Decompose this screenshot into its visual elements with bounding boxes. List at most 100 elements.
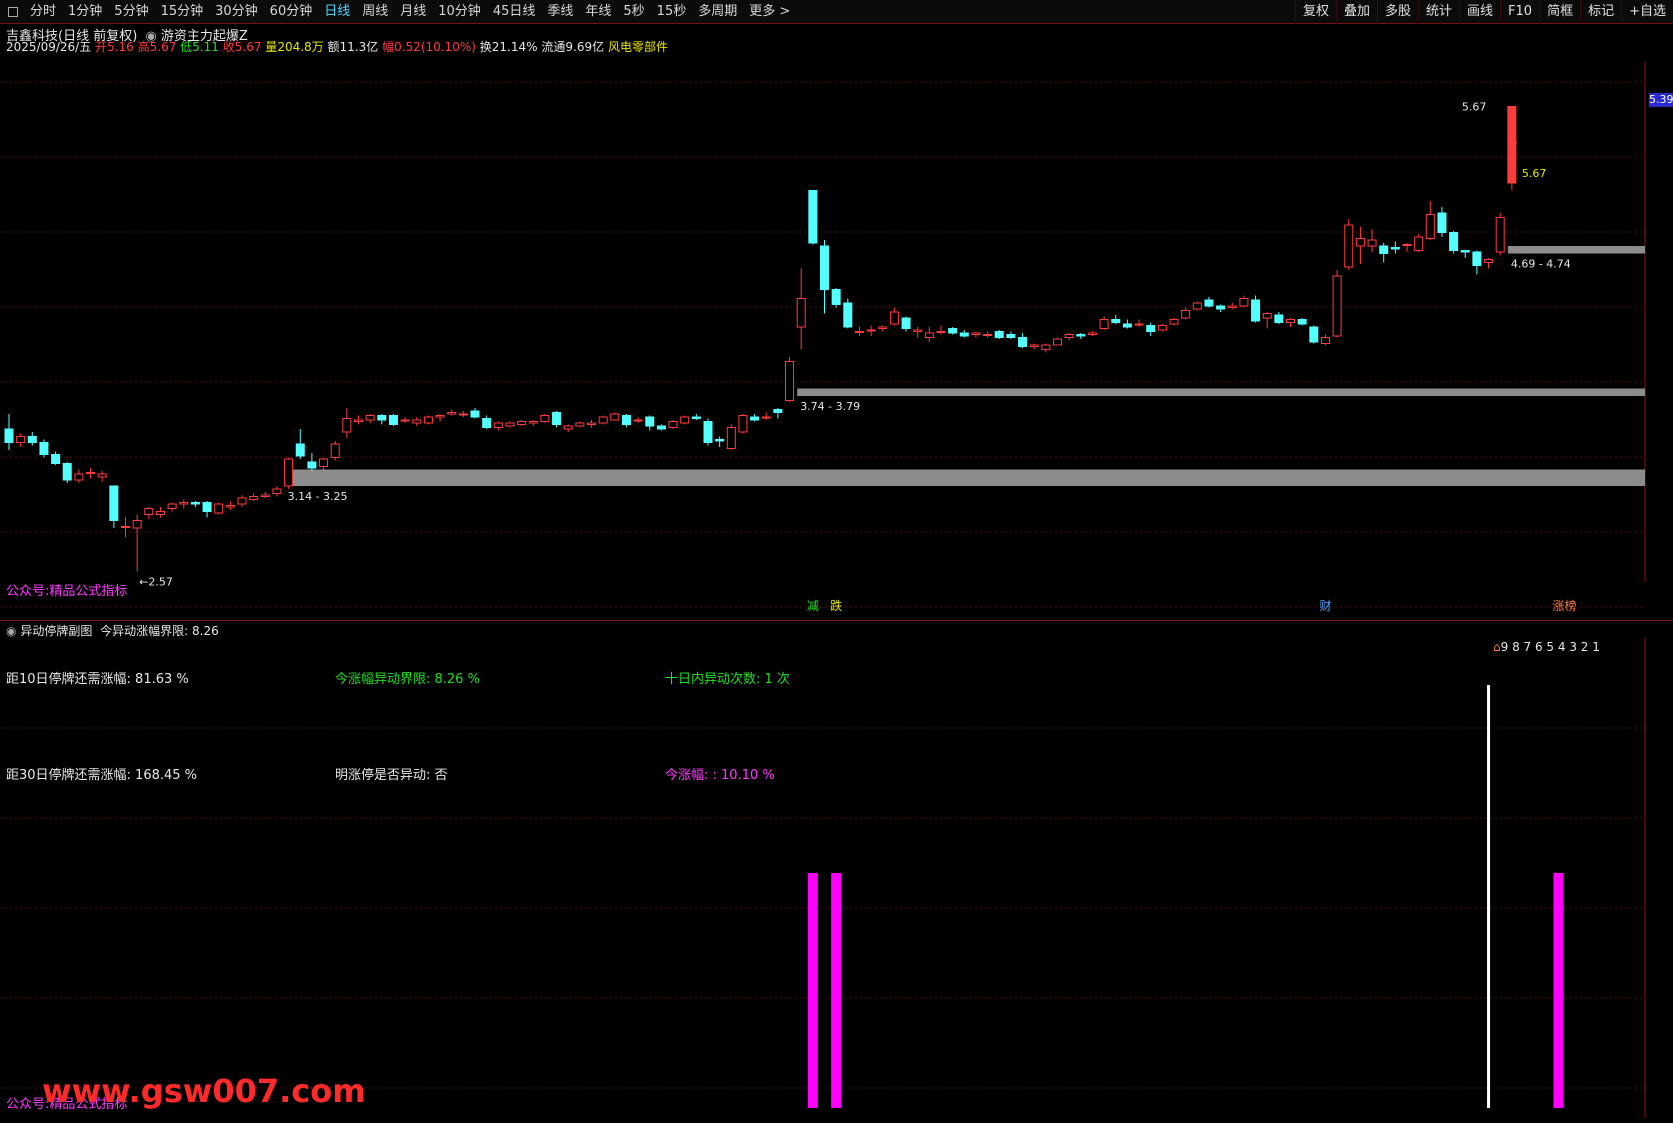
tool-button-7[interactable]: 标记 [1580,0,1621,24]
sub-indicator-name[interactable]: 异动停牌副图 [20,624,92,638]
candle-body [1495,217,1505,253]
low-value: 5.11 [192,40,219,54]
tool-button-1[interactable]: 叠加 [1335,0,1377,24]
tool-button-4[interactable]: 画线 [1459,0,1500,24]
candle-body [563,425,573,430]
candle-body [284,458,294,487]
period-tab-5[interactable]: 60分钟 [264,0,319,24]
period-tab-14[interactable]: 15秒 [651,0,693,24]
candle-body [249,496,259,500]
open-label: 开 [95,40,108,54]
candle-body [1449,232,1459,251]
period-tab-8[interactable]: 月线 [394,0,432,24]
candle-body [1227,305,1237,308]
period-tab-2[interactable]: 5分钟 [108,0,154,24]
candle-body [1239,298,1249,307]
sub-panel-header: ◉ 异动停牌副图 今异动涨幅界限: 8.26 [6,622,219,639]
tool-button-0[interactable]: 复权 [1294,0,1336,24]
change-value: 0.52(10.10%) [394,40,476,54]
candle-body [621,415,631,425]
period-tab-1[interactable]: 1分钟 [62,0,108,24]
candle-body [1414,236,1424,251]
tool-button-8[interactable]: +自选 [1621,0,1673,24]
candle-body [295,443,305,457]
quote-date: 2025/09/26/五 [6,40,92,54]
candle-body [27,436,37,443]
zone-label: 3.74 - 3.79 [800,400,860,413]
candle-body [458,413,468,416]
candle-body [423,416,433,424]
candle-body [726,427,736,449]
candlestick-chart[interactable]: 3.14 - 3.25 3.74 - 3.79 4.69 - 4.74 5.67 5.6… [0,62,1673,617]
support-zone [1507,246,1645,254]
float-value: 9.69亿 [565,40,605,54]
period-tab-16[interactable]: 更多 > [743,0,796,24]
candle-body [62,463,72,481]
abnormal-bar [1487,685,1491,1108]
candle-body [354,419,363,422]
candle-body [1111,319,1121,323]
candle-body [680,416,690,424]
candle-body [1018,337,1028,347]
candle-body [633,419,643,422]
price-label: 5.67 [1462,101,1487,114]
candle-body [994,331,1004,338]
candle-body [435,415,445,418]
candle-body [1274,314,1284,323]
period-tab-10[interactable]: 45日线 [487,0,542,24]
concept-link[interactable]: 风电零部件 [608,40,668,54]
candle-body [703,421,713,443]
candle-body [1192,302,1202,310]
candle-body [971,332,981,335]
candle-body [97,473,107,478]
period-tab-4[interactable]: 30分钟 [209,0,264,24]
panel-toggle-icon[interactable] [8,6,18,17]
period-tab-9[interactable]: 10分钟 [432,0,487,24]
abnormal-bar [1553,873,1564,1108]
period-tab-13[interactable]: 5秒 [617,0,650,24]
sub-limit-text: 今异动涨幅界限: 8.26 [100,624,219,638]
candle-body [1041,344,1051,350]
tool-button-5[interactable]: F10 [1500,0,1539,24]
period-tab-3[interactable]: 15分钟 [155,0,210,24]
support-zone [284,469,1646,486]
period-tab-6[interactable]: 日线 [318,0,356,24]
volume-value: 204.8万 [277,40,324,54]
tool-button-2[interactable]: 多股 [1376,0,1418,24]
candle-body [1355,238,1365,247]
high-value: 5.67 [149,40,177,54]
candle-body [1484,259,1494,263]
period-tab-7[interactable]: 周线 [356,0,394,24]
candle-body [610,413,620,421]
candle-body [1286,319,1295,323]
candle-body [1332,275,1342,337]
candle-body [959,332,969,337]
candle-body [330,443,340,458]
candle-body [109,485,119,521]
candle-body [587,422,596,425]
candle-body [948,328,958,334]
candle-body [482,418,492,428]
candle-body [1472,251,1482,266]
period-tab-11[interactable]: 季线 [541,0,579,24]
period-tab-0[interactable]: 分时 [24,0,62,24]
candle-body [74,473,84,481]
candle-body [878,326,888,329]
candle-body [260,494,270,497]
candle-body [1344,224,1354,268]
close-value: 5.67 [234,40,262,54]
period-tab-12[interactable]: 年线 [579,0,617,24]
candle-body [924,332,934,338]
tool-button-6[interactable]: 简框 [1539,0,1580,24]
collapse-icon[interactable]: ◉ [6,624,16,638]
candle-body [1402,244,1412,246]
candle-body [1367,239,1377,247]
candle-body [1309,326,1319,343]
candle-body [983,334,993,336]
zone-label: 3.14 - 3.25 [288,490,348,503]
turnover-label: 换 [479,40,492,54]
tool-button-3[interactable]: 统计 [1418,0,1459,24]
candle-body [1251,299,1261,322]
open-value: 5.16 [107,40,134,54]
period-tab-15[interactable]: 多周期 [692,0,743,24]
